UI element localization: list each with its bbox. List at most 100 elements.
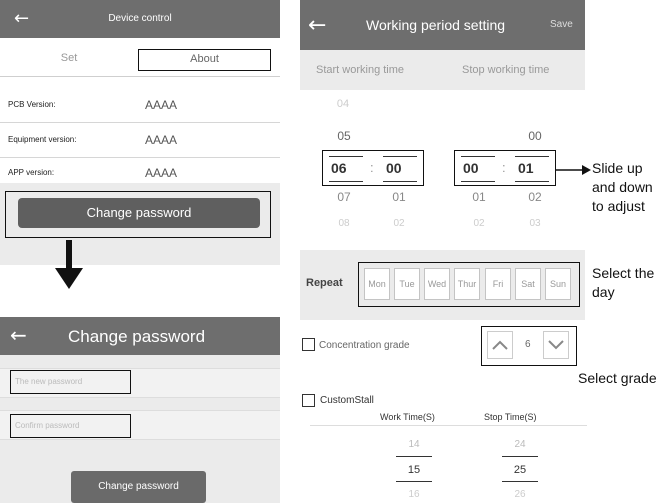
selected-stop-hour: 00 [463,160,479,176]
select-day-annotation: Select the day [592,264,654,302]
new-password-input[interactable]: The new password [10,370,131,394]
selected-work-time[interactable]: 15 [399,464,429,476]
day-label: Mon [368,279,386,289]
concentration-checkbox[interactable] [302,338,315,351]
selected-start-minute: 00 [386,160,402,176]
selected-stop-minute: 01 [518,160,534,176]
tab-about-label: About [190,53,219,65]
stall-header-divider [310,425,587,426]
day-button-mon[interactable]: Mon [364,268,390,300]
stop-time-option[interactable]: 24 [505,439,535,450]
selection-line [515,181,549,182]
stop-minute-option[interactable]: 03 [520,218,550,229]
start-hour-option[interactable]: 05 [329,129,359,143]
tab-about[interactable]: About [138,49,271,71]
page-title: Change password [68,327,206,346]
selection-line [396,456,432,457]
stop-minute-option[interactable]: 02 [520,190,550,204]
day-button-thur[interactable]: Thur [454,268,480,300]
selected-stop-time[interactable]: 25 [505,464,535,476]
slide-annotation: Slide up and down to adjust [592,159,653,216]
stop-time-header: Stop Time(S) [484,412,537,422]
concentration-label: Concentration grade [319,340,410,351]
custom-stall-checkbox[interactable] [302,394,315,407]
back-arrow-icon[interactable]: ← [308,13,326,38]
custom-stall-label: CustomStall [320,395,374,406]
selection-line [502,456,538,457]
selection-line [329,156,363,157]
submit-password-button[interactable]: Change password [71,471,206,503]
start-hour-option[interactable]: 08 [329,218,359,229]
selection-line [383,156,417,157]
increase-grade-icon[interactable] [487,331,513,359]
repeat-label: Repeat [306,277,343,289]
device-control-header: ← Device control [0,0,280,38]
annotation-line: day [592,284,615,300]
tab-set-label: Set [60,52,78,64]
info-row-equipment: Equipment version: AAAA [0,123,280,158]
work-time-option[interactable]: 14 [399,439,429,450]
stop-hour-option[interactable]: 02 [464,218,494,229]
grade-stepper[interactable]: 6 [481,326,577,366]
day-label: Wed [427,279,447,289]
time-separator: : [370,160,374,175]
working-period-panel: ← Working period setting Save Start work… [300,0,587,503]
flow-arrow-down-icon [52,240,86,295]
back-arrow-icon[interactable]: ← [10,323,27,347]
tab-set[interactable]: Set [0,43,138,73]
selection-line [502,481,538,482]
start-hour-option[interactable]: 04 [328,98,358,110]
work-time-header: Work Time(S) [380,412,435,422]
grade-value: 6 [525,339,531,350]
select-grade-annotation: Select grade [578,370,657,386]
stop-minute-option[interactable]: 00 [520,129,550,143]
day-button-wed[interactable]: Wed [424,268,450,300]
stop-hour-option[interactable]: 01 [464,190,494,204]
info-value: AAAA [145,133,178,147]
info-row-pcb: PCB Version: AAAA [0,88,280,123]
selection-line [383,181,417,182]
day-buttons: Mon Tue Wed Thur Fri Sat Sun [364,268,576,300]
start-minute-option[interactable]: 01 [384,190,414,204]
annotation-line: Select the [592,265,655,281]
new-password-placeholder: The new password [15,377,83,386]
confirm-password-placeholder: Confirm password [15,421,80,430]
info-row-app: APP version: AAAA [0,158,280,186]
info-label: Equipment version: [8,135,77,144]
day-button-sun[interactable]: Sun [545,268,571,300]
day-label: Tue [399,279,415,289]
stop-working-time-label: Stop working time [462,64,550,76]
day-button-sat[interactable]: Sat [515,268,541,300]
decrease-grade-icon[interactable] [543,331,569,359]
working-period-header: ← Working period setting Save [300,0,585,50]
confirm-password-input[interactable]: Confirm password [10,414,131,438]
stop-time-option[interactable]: 26 [505,489,535,500]
selection-line [461,181,495,182]
change-password-button[interactable]: Change password [18,198,260,228]
day-label: Sun [549,279,566,289]
tabs-divider [0,76,280,77]
day-button-tue[interactable]: Tue [394,268,420,300]
page-title: Working period setting [366,17,506,33]
info-label: PCB Version: [8,100,56,109]
start-time-selection[interactable]: 06 : 00 [322,150,424,186]
start-hour-option[interactable]: 07 [329,190,359,204]
day-label: Fri [492,279,504,289]
info-value: AAAA [145,98,178,112]
day-label: Sat [521,279,535,289]
submit-password-label: Change password [98,481,179,492]
annotation-line: Slide up [592,160,643,176]
time-labels-bar: Start working time Stop working time [300,50,585,90]
work-time-option[interactable]: 16 [399,489,429,500]
day-button-fri[interactable]: Fri [485,268,511,300]
stop-time-selection[interactable]: 00 : 01 [454,150,556,186]
change-password-header: ← Change password [0,317,280,355]
start-minute-option[interactable]: 02 [384,218,414,229]
pointer-arrow-icon [556,163,592,181]
day-label: Thur [457,279,477,289]
annotation-line: and down [592,179,653,195]
time-picker[interactable]: 04 05 07 08 01 02 01 02 00 02 03 06 : 00… [300,90,585,242]
save-button[interactable]: Save [550,19,573,30]
info-label: APP version: [8,168,55,177]
device-control-panel: ← Device control Set About PCB Version: … [0,0,280,265]
